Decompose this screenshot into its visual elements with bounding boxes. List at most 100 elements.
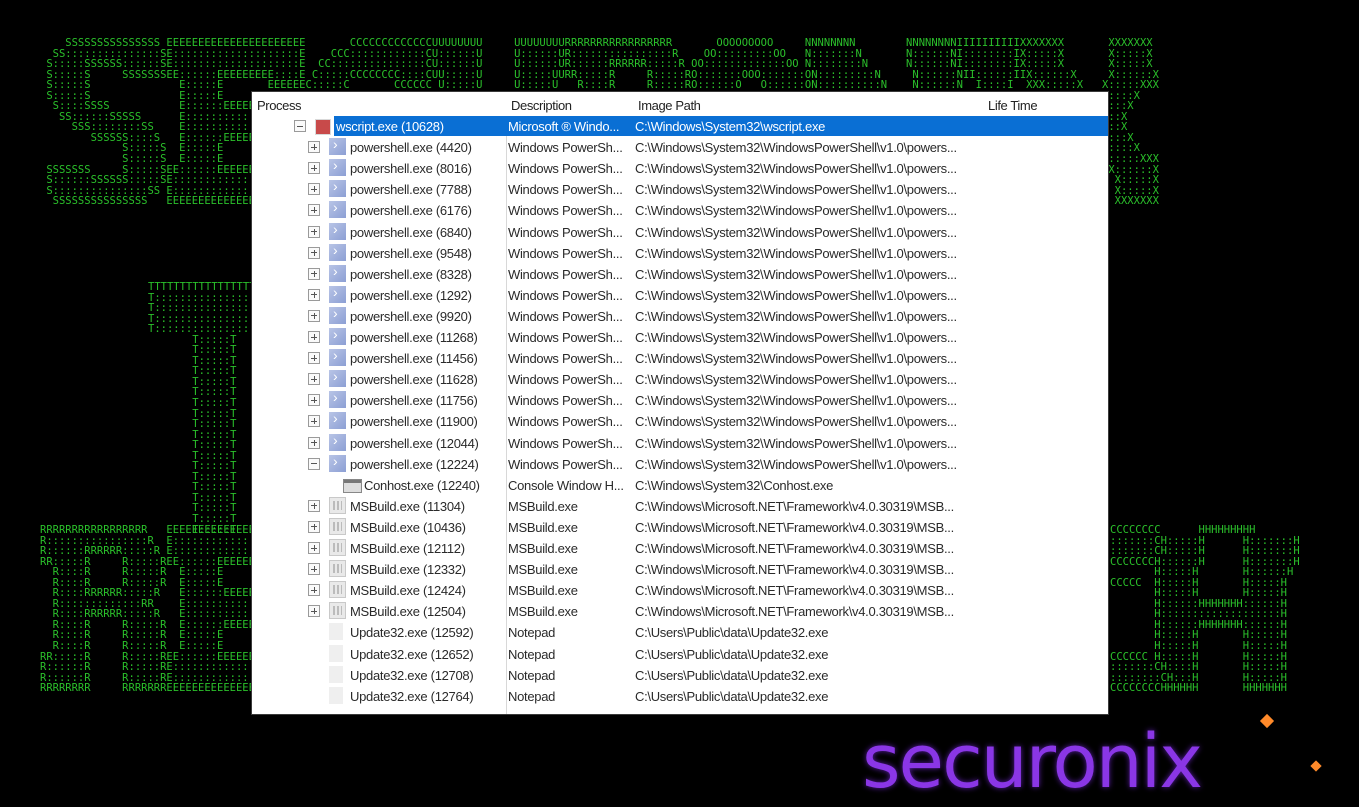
process-row[interactable]: MSBuild.exe (10436) MSBuild.exe C:\Windows… <box>252 517 1108 538</box>
process-row[interactable]: powershell.exe (6176) Windows PowerSh... C… <box>252 199 1108 221</box>
expand-icon[interactable] <box>308 436 320 449</box>
process-row[interactable]: Update32.exe (12764) Notepad C:\Users\Publ… <box>252 686 1108 707</box>
expand-icon[interactable] <box>308 331 320 343</box>
expand-icon[interactable] <box>308 520 320 533</box>
process-name: Update32.exe (12652) <box>350 646 474 662</box>
process-row[interactable]: powershell.exe (11456) Windows PowerSh...… <box>252 347 1108 369</box>
process-image-path: C:\Windows\System32\WindowsPowerShell\v1… <box>635 182 957 198</box>
expand-icon[interactable] <box>308 542 320 554</box>
process-row[interactable]: MSBuild.exe (12112) MSBuild.exe C:\Windows… <box>252 538 1108 559</box>
process-name: powershell.exe (12224) <box>350 456 479 472</box>
process-row[interactable]: powershell.exe (12044) Windows PowerSh...… <box>252 432 1108 454</box>
column-header-image-path[interactable]: Image Path <box>638 98 701 113</box>
process-name: powershell.exe (11628) <box>350 372 478 388</box>
powershell-icon <box>329 389 346 409</box>
expand-icon[interactable] <box>308 183 320 196</box>
expand-icon[interactable] <box>308 605 320 618</box>
expand-icon[interactable] <box>308 352 320 365</box>
process-name: MSBuild.exe (12332) <box>350 562 466 578</box>
expand-icon[interactable] <box>308 162 320 175</box>
notepad-icon <box>329 665 343 683</box>
powershell-icon <box>329 410 346 430</box>
msbuild-icon <box>329 539 346 556</box>
process-image-path: C:\Windows\Microsoft.NET\Framework\v4.0.… <box>635 541 954 556</box>
powershell-icon <box>329 326 346 345</box>
process-row[interactable]: MSBuild.exe (11304) MSBuild.exe C:\Windows… <box>252 496 1108 517</box>
process-name: Update32.exe (12764) <box>350 688 474 704</box>
column-header-life-time[interactable]: Life Time <box>988 98 1038 113</box>
process-description: Windows PowerSh... <box>508 203 623 219</box>
expand-icon[interactable] <box>308 309 320 322</box>
process-description: MSBuild.exe <box>508 519 578 535</box>
collapse-icon[interactable] <box>294 120 306 132</box>
process-description: Windows PowerSh... <box>508 308 623 324</box>
column-header-description[interactable]: Description <box>511 98 572 113</box>
process-row[interactable]: powershell.exe (8016) Windows PowerSh... C… <box>252 157 1108 179</box>
process-description: Windows PowerSh... <box>508 287 623 303</box>
process-row[interactable]: powershell.exe (1292) Windows PowerSh... C… <box>252 284 1108 306</box>
process-row[interactable]: powershell.exe (6840) Windows PowerSh... C… <box>252 221 1108 243</box>
notepad-icon <box>329 686 343 704</box>
expand-icon[interactable] <box>308 141 320 154</box>
process-row[interactable]: powershell.exe (11900) Windows PowerSh...… <box>252 410 1108 432</box>
process-row[interactable]: powershell.exe (11756) Windows PowerSh...… <box>252 389 1108 411</box>
expand-icon[interactable] <box>308 584 320 597</box>
expand-icon[interactable] <box>308 204 320 217</box>
process-row[interactable]: powershell.exe (12224) Windows PowerSh...… <box>252 453 1108 475</box>
msbuild-icon <box>329 560 346 578</box>
msbuild-icon <box>329 581 346 599</box>
process-row[interactable]: Update32.exe (12592) Notepad C:\Users\Publ… <box>252 622 1108 643</box>
process-image-path: C:\Windows\Microsoft.NET\Framework\v4.0.… <box>635 498 954 514</box>
process-row[interactable]: powershell.exe (7788) Windows PowerSh... C… <box>252 178 1108 200</box>
process-row[interactable]: MSBuild.exe (12504) MSBuild.exe C:\Windows… <box>252 601 1108 622</box>
expand-icon[interactable] <box>308 499 320 512</box>
process-row[interactable]: Conhost.exe (12240) Console Window H... C:… <box>252 475 1108 496</box>
process-image-path: C:\Windows\System32\WindowsPowerShell\v1… <box>635 414 957 430</box>
process-image-path: C:\Windows\System32\WindowsPowerShell\v1… <box>635 224 957 240</box>
powershell-icon <box>329 284 346 303</box>
expand-icon[interactable] <box>308 246 320 259</box>
process-description: Notepad <box>508 646 556 662</box>
process-name: powershell.exe (4420) <box>350 140 472 156</box>
powershell-icon <box>329 453 346 472</box>
process-image-path: C:\Windows\System32\Conhost.exe <box>635 477 834 493</box>
process-name: powershell.exe (12044) <box>350 435 479 451</box>
expand-icon[interactable] <box>308 415 320 428</box>
process-description: Windows PowerSh... <box>508 435 623 451</box>
process-row[interactable]: powershell.exe (9920) Windows PowerSh... C… <box>252 305 1108 327</box>
process-description: MSBuild.exe <box>508 604 578 620</box>
expand-icon[interactable] <box>308 563 320 576</box>
process-row[interactable]: powershell.exe (4420) Windows PowerSh... C… <box>252 136 1108 158</box>
expand-icon[interactable] <box>308 267 320 280</box>
process-name: powershell.exe (7788) <box>350 182 472 198</box>
process-row[interactable]: MSBuild.exe (12332) MSBuild.exe C:\Windows… <box>252 559 1108 580</box>
process-image-path: C:\Windows\System32\WindowsPowerShell\v1… <box>635 245 957 261</box>
process-image-path: C:\Windows\Microsoft.NET\Framework\v4.0.… <box>635 583 954 599</box>
msbuild-icon <box>329 517 346 535</box>
process-row[interactable]: Update32.exe (12652) Notepad C:\Users\Publ… <box>252 644 1108 665</box>
process-row[interactable]: powershell.exe (9548) Windows PowerSh... C… <box>252 242 1108 264</box>
expand-icon[interactable] <box>308 394 320 407</box>
process-row[interactable]: MSBuild.exe (12424) MSBuild.exe C:\Windows… <box>252 580 1108 601</box>
expand-icon[interactable] <box>308 288 320 301</box>
process-row[interactable]: powershell.exe (11628) Windows PowerSh...… <box>252 368 1108 390</box>
process-row[interactable]: powershell.exe (11268) Windows PowerSh...… <box>252 326 1108 348</box>
process-description: Windows PowerSh... <box>508 351 623 367</box>
process-name: powershell.exe (11456) <box>350 351 478 367</box>
process-description: Windows PowerSh... <box>508 245 623 261</box>
process-row[interactable]: wscript.exe (10628) Microsoft ® Windo... C… <box>252 116 1108 137</box>
process-description: MSBuild.exe <box>508 498 578 514</box>
process-row[interactable]: powershell.exe (8328) Windows PowerSh... C… <box>252 263 1108 285</box>
expand-icon[interactable] <box>308 225 320 238</box>
expand-icon[interactable] <box>308 373 320 386</box>
column-header-process[interactable]: Process <box>257 98 302 113</box>
process-description: Microsoft ® Windo... <box>508 119 620 134</box>
process-name: powershell.exe (11268) <box>350 330 478 345</box>
notepad-icon <box>329 623 343 641</box>
process-tree-window: Process Description Image Path Life Time… <box>252 92 1108 714</box>
collapse-icon[interactable] <box>308 457 320 470</box>
process-row[interactable]: Update32.exe (12708) Notepad C:\Users\Publ… <box>252 665 1108 686</box>
process-description: Windows PowerSh... <box>508 224 623 240</box>
powershell-icon <box>329 347 346 367</box>
msbuild-icon <box>329 496 346 514</box>
